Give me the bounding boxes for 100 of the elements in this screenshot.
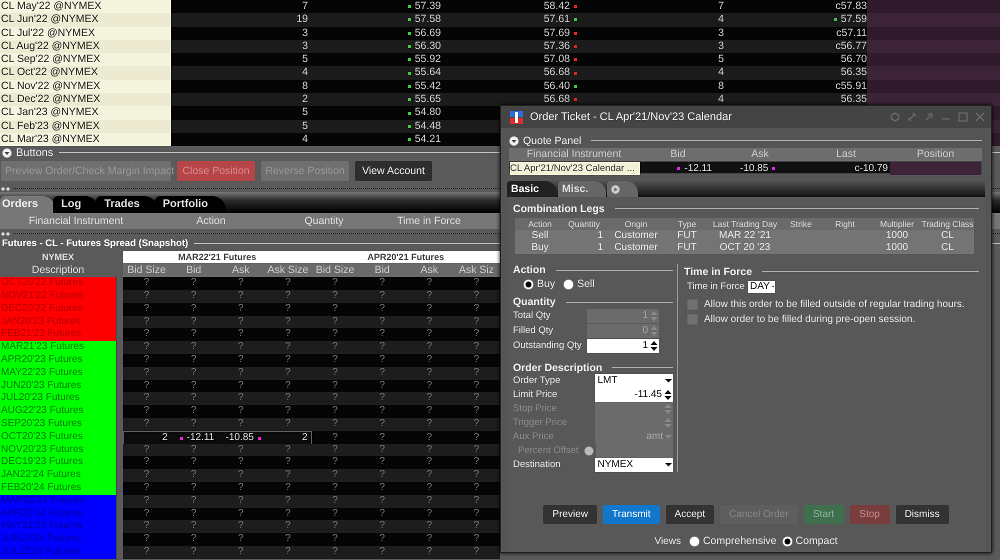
table-cell-text: ? [331, 520, 339, 534]
action-button[interactable]: Preview [543, 505, 597, 524]
instrument-cell[interactable]: CL Dec'22 @NYMEX [0, 93, 171, 106]
table-cell-text: ? [472, 277, 480, 290]
radio-label[interactable]: Sell [577, 278, 595, 290]
table-cell-text: ? [331, 277, 339, 290]
description-cell[interactable]: APR20'23 Futures [0, 354, 116, 367]
description-cell[interactable]: JUL20'23 Futures [0, 392, 116, 406]
tab[interactable]: Basic [507, 181, 558, 197]
description-cell[interactable]: JUN20'23 Futures [0, 380, 116, 392]
table-cell-text: ? [331, 508, 339, 520]
column-header: Bid [185, 263, 202, 278]
tab[interactable]: Misc. [558, 181, 606, 197]
table-cell-text: ? [284, 533, 292, 546]
instrument-cell[interactable]: CL Mar'23 @NYMEX [0, 132, 171, 146]
table-cell-text: CL [940, 230, 955, 242]
checkbox-label[interactable]: Allow order to be filled during pre-open session. [704, 314, 916, 325]
radio-label[interactable]: Buy [537, 278, 556, 290]
dropdown-field[interactable]: LMT [595, 374, 673, 388]
table-cell-text: ? [378, 302, 386, 316]
table-cell-text: ? [378, 546, 386, 559]
instrument-cell[interactable]: CL Feb'23 @NYMEX [0, 120, 171, 133]
tab[interactable]: Trades [96, 196, 158, 214]
grip-icon[interactable] [1, 186, 11, 191]
ask-size: 3 [718, 26, 724, 40]
description-cell[interactable]: MAR21'23 Futures [0, 341, 116, 354]
description-cell[interactable]: SEP20'23 Futures [0, 418, 116, 431]
description-cell[interactable]: JAN22'24 Futures [0, 469, 116, 482]
table-cell-text: ? [378, 494, 386, 508]
last-price: c57.11 [836, 26, 867, 40]
bid-size: 3 [302, 26, 308, 40]
description-cell[interactable]: NOV20'23 Futures [0, 444, 116, 456]
instrument-cell[interactable]: CL Aug'22 @NYMEX [0, 40, 171, 54]
table-cell-text: ? [142, 456, 150, 470]
radio-button[interactable] [563, 278, 574, 290]
table-cell-text: ? [426, 341, 434, 354]
caret-icon[interactable] [665, 378, 672, 384]
spinner-icon[interactable] [650, 340, 658, 352]
table-cell-text: ? [284, 508, 292, 520]
table-cell-text: ? [284, 494, 292, 508]
radio-button[interactable] [782, 536, 793, 546]
group-header: APR20'21 Futures [366, 251, 446, 264]
table-cell-text: ? [378, 482, 386, 495]
instrument-cell[interactable]: CL May'22 @NYMEX [0, 0, 171, 14]
radio-button[interactable] [523, 278, 534, 290]
instrument-cell[interactable]: CL Jul'22 @NYMEX [0, 26, 171, 40]
action-button[interactable]: Transmit [603, 505, 660, 524]
table-cell-text: ? [190, 290, 198, 303]
description-cell[interactable]: OCT20'23 Futures [0, 430, 116, 444]
instrument-cell[interactable]: CL Jun'22 @NYMEX [0, 13, 171, 27]
quantity-field[interactable]: 1 [587, 338, 659, 353]
instrument-cell[interactable]: CL Sep'22 @NYMEX [0, 53, 171, 66]
section-title: Futures - CL - Futures Spread (Snapshot) [2, 238, 188, 249]
grip-icon[interactable] [1, 232, 11, 236]
dropdown-field[interactable]: DAY [748, 280, 775, 292]
table-cell-text: ? [378, 328, 386, 342]
caret-icon[interactable] [665, 462, 672, 468]
instrument-cell[interactable]: CL Nov'22 @NYMEX [0, 80, 171, 94]
bid-price: 56.69 [414, 26, 441, 40]
table-cell-text: ? [142, 392, 150, 406]
action-button[interactable]: Accept [666, 505, 714, 524]
section-title: Quote Panel [523, 134, 582, 146]
price-field[interactable]: -11.45 [595, 388, 673, 402]
checkbox-label[interactable]: Allow this order to be filled outside of regular trading hours. [704, 299, 965, 310]
cell-value: -10.85 [226, 432, 254, 445]
radio-button[interactable] [688, 536, 700, 546]
table-cell-text: ? [284, 354, 292, 367]
instrument-cell[interactable]: CL Jan'23 @NYMEX [0, 106, 171, 120]
action-button[interactable]: Dismiss [896, 505, 949, 524]
table-cell-text: ? [331, 430, 339, 445]
description-cell[interactable]: AUG22'23 Futures [0, 405, 116, 418]
description-cell[interactable]: DEC19'23 Futures [0, 456, 116, 470]
radio-label[interactable]: Comprehensive [702, 535, 777, 547]
collapse-icon[interactable] [509, 136, 519, 146]
caret-icon[interactable] [772, 284, 774, 289]
table-cell-text: ? [378, 290, 386, 303]
action-button[interactable]: View Account [355, 161, 432, 182]
spinner-icon[interactable] [664, 388, 672, 401]
tab[interactable]: Portfolio [154, 196, 226, 214]
instrument-cell[interactable]: CL Oct'22 @NYMEX [0, 66, 171, 80]
checkbox[interactable] [687, 299, 698, 310]
table-cell-text: ? [426, 533, 434, 546]
table-cell-text: ? [142, 316, 150, 328]
table-cell-text: ? [237, 444, 245, 456]
checkbox[interactable] [687, 314, 698, 325]
collapse-icon[interactable] [2, 148, 12, 158]
section-title: Action [513, 264, 546, 276]
table-cell-text: ? [331, 316, 339, 328]
table-cell-text: Sell [530, 230, 550, 242]
radio-label[interactable]: Compact [796, 535, 838, 547]
instrument-cell[interactable]: CL Apr'21/Nov'23 Calendar ... [510, 162, 640, 175]
table-cell-text: ? [472, 341, 480, 354]
dropdown-field[interactable]: NYMEX [595, 458, 673, 472]
table-cell-text: ? [142, 302, 150, 316]
table-cell-text: ? [472, 380, 480, 392]
description-cell[interactable]: FEB20'24 Futures [0, 482, 116, 495]
tab[interactable] [607, 181, 638, 197]
table-cell-text: 1 [596, 242, 603, 254]
description-cell[interactable]: MAY22'23 Futures [0, 366, 116, 380]
table-cell-text: ? [472, 418, 480, 431]
